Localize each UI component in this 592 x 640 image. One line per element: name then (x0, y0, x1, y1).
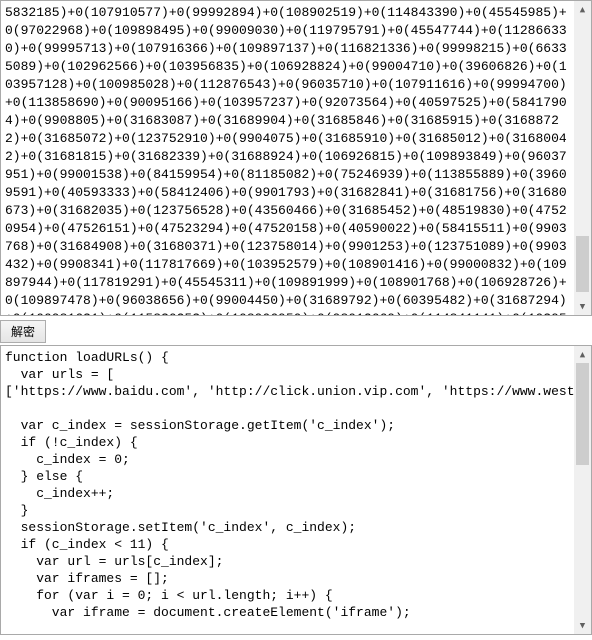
encoded-text-content[interactable]: 5832185)+0(107910577)+0(99992894)+0(1089… (1, 1, 574, 315)
scroll-down-icon[interactable]: ▼ (574, 617, 591, 634)
encoded-text-panel: 5832185)+0(107910577)+0(99992894)+0(1089… (0, 0, 592, 316)
scroll-up-icon[interactable]: ▲ (574, 346, 591, 363)
top-scroll-thumb[interactable] (576, 236, 589, 292)
decoded-code-content[interactable]: function loadURLs() { var urls = [ ['htt… (1, 346, 574, 634)
top-scrollbar[interactable]: ▲ ▼ (574, 1, 591, 315)
scroll-down-icon[interactable]: ▼ (574, 298, 591, 315)
bottom-scroll-thumb[interactable] (576, 363, 589, 465)
button-row: 解密 (0, 320, 592, 343)
decrypt-button[interactable]: 解密 (0, 320, 46, 343)
top-scroll-track[interactable] (574, 18, 591, 298)
scroll-up-icon[interactable]: ▲ (574, 1, 591, 18)
bottom-scrollbar[interactable]: ▲ ▼ (574, 346, 591, 634)
bottom-scroll-track[interactable] (574, 363, 591, 617)
decoded-code-panel: function loadURLs() { var urls = [ ['htt… (0, 345, 592, 635)
